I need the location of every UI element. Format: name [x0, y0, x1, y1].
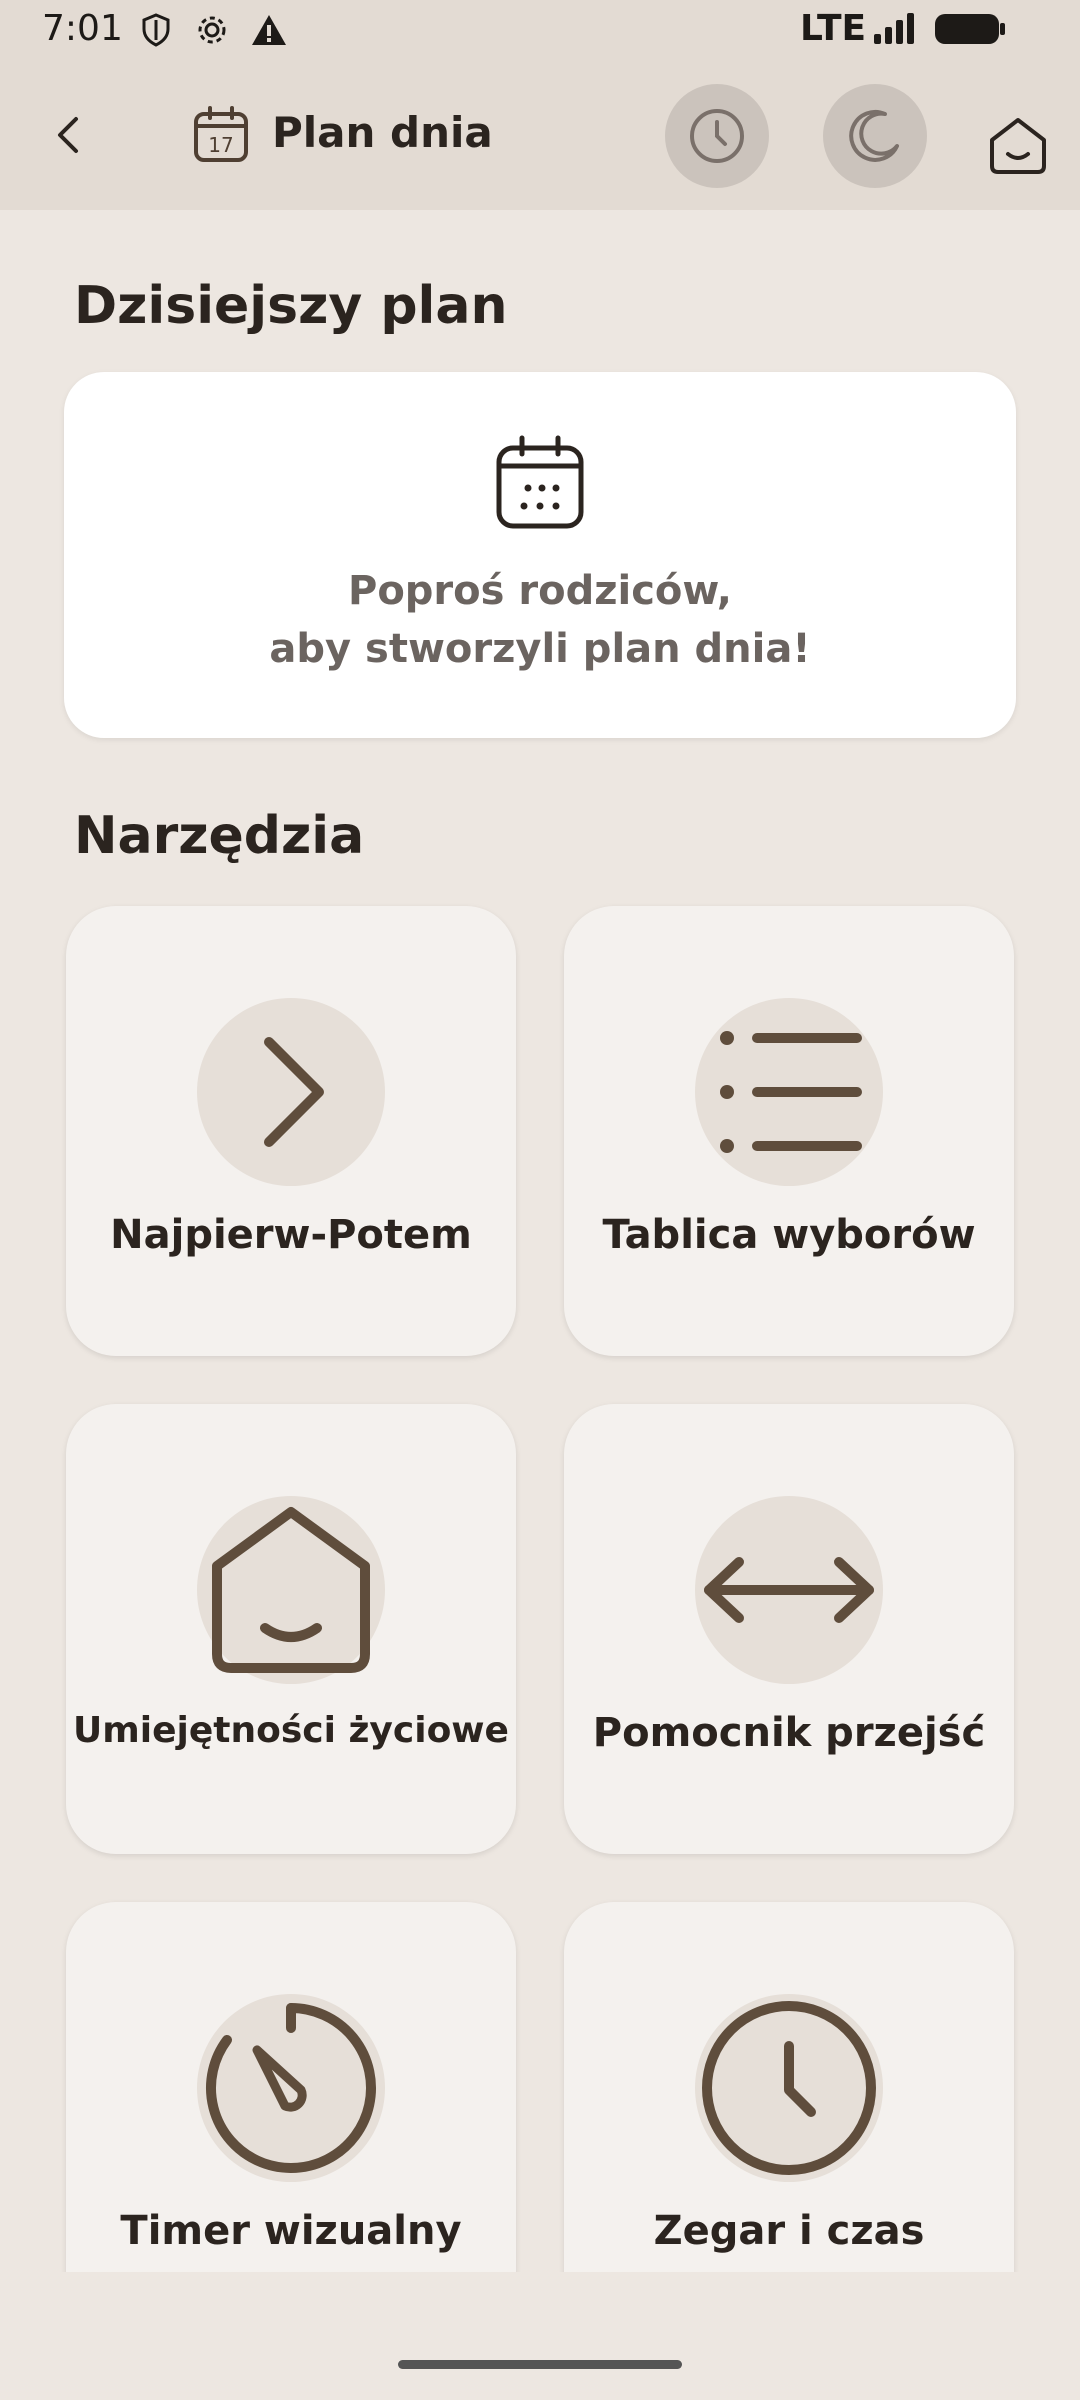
back-arrow-icon: [58, 117, 78, 153]
tool-life-skills[interactable]: Umiejętności życiowe: [66, 1404, 516, 1854]
calendar-icon: [494, 434, 586, 532]
page-title: Plan dnia: [272, 108, 493, 157]
tool-label: Najpierw-Potem: [110, 1212, 472, 1258]
chevron-right-icon: [197, 998, 385, 1186]
network-type: LTE: [800, 8, 867, 49]
tool-label: Tablica wyborów: [602, 1212, 976, 1258]
empty-plan-message-line2: aby stworzyli plan dnia!: [269, 626, 811, 672]
tool-choice-board[interactable]: Tablica wyborów: [564, 906, 1014, 1356]
home-smile-icon: [990, 118, 1046, 174]
app-bar: 17 Plan dnia: [0, 60, 1080, 210]
double-arrow-icon: [695, 1496, 883, 1684]
clock-icon: [695, 1994, 883, 2182]
clock-icon: [690, 109, 744, 163]
status-time: 7:01: [42, 8, 123, 49]
list-icon: [695, 998, 883, 1186]
home-smile-icon: [197, 1496, 385, 1684]
calendar-icon: 17: [190, 104, 252, 166]
shield-icon: [138, 12, 174, 52]
tool-label: Umiejętności życiowe: [73, 1710, 509, 1751]
bottom-bar: [0, 2272, 1080, 2400]
empty-plan-message-line1: Poproś rodziców,: [348, 568, 732, 614]
timer-icon: [197, 1994, 385, 2182]
tools-heading: Narzędzia: [74, 806, 365, 866]
night-mode-button[interactable]: [823, 84, 927, 188]
gesture-nav-handle[interactable]: [398, 2360, 682, 2369]
today-heading: Dzisiejszy plan: [74, 276, 508, 336]
moon-icon: [849, 110, 899, 162]
tool-label: Timer wizualny: [120, 2208, 462, 2254]
signal-icon: [872, 12, 918, 50]
clock-button[interactable]: [665, 84, 769, 188]
status-bar: 7:01 LTE: [0, 0, 1080, 60]
warning-icon: [250, 12, 288, 52]
battery-icon: [934, 12, 1006, 50]
tool-first-then[interactable]: Najpierw-Potem: [66, 906, 516, 1356]
tool-transition-helper[interactable]: Pomocnik przejść: [564, 1404, 1014, 1854]
home-button[interactable]: [978, 104, 1058, 184]
today-plan-card: Poproś rodziców, aby stworzyli plan dnia…: [64, 372, 1016, 738]
tool-label: Zegar i czas: [653, 2208, 925, 2254]
empty-plan-message: Poproś rodziców, aby stworzyli plan dnia…: [64, 562, 1016, 678]
tool-label: Pomocnik przejść: [592, 1710, 986, 1756]
settings-gear-icon: [194, 12, 230, 52]
back-button[interactable]: [40, 105, 100, 165]
calendar-day: 17: [208, 133, 233, 157]
